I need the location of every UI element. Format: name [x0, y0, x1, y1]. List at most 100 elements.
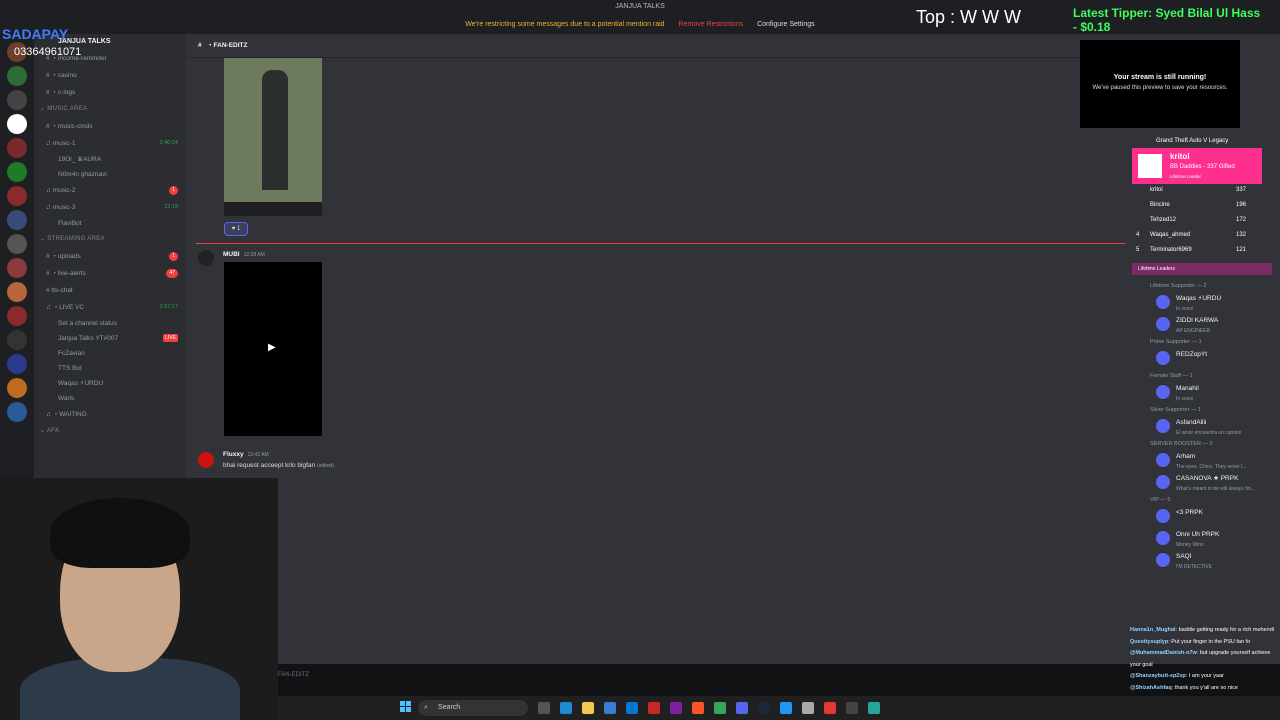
member-item[interactable]: ZIDDI KARWA AP ENGINEER: [1150, 314, 1280, 336]
channel-item[interactable]: ♫ ・LIVE VC 2:57:17: [34, 299, 186, 316]
taskbar-search-label: Search: [438, 704, 461, 711]
channel-category[interactable]: ⌄ MUSIC AREA: [34, 101, 186, 118]
channel-item[interactable]: ♫ ・WAITING: [34, 406, 186, 423]
chat-user: @MuhammadDanish-n7w: [1130, 650, 1197, 656]
member-group-header: Prime Supporter — 1: [1150, 339, 1202, 345]
message-author[interactable]: MUBI 12:28 AM: [223, 251, 265, 258]
server-icon[interactable]: [7, 210, 27, 230]
unread-badge: 47: [166, 269, 178, 278]
game-label: Grand Theft Auto V Legacy: [1156, 138, 1229, 144]
server-icon[interactable]: [7, 354, 27, 374]
server-icon[interactable]: [7, 66, 27, 86]
app-icon[interactable]: [824, 702, 836, 714]
server-icon[interactable]: [7, 402, 27, 422]
member-item[interactable]: Onni Uh PRPK Money Wins: [1150, 528, 1280, 550]
configure-settings-button[interactable]: Configure Settings: [757, 21, 815, 28]
member-item[interactable]: CASANOVA ★ PRPK What's meant to be will a…: [1150, 472, 1280, 494]
store-icon[interactable]: [604, 702, 616, 714]
server-icon[interactable]: [7, 282, 27, 302]
voice-user[interactable]: TTS Bot: [34, 361, 186, 376]
channel-item[interactable]: # ・uploads 1: [34, 248, 186, 265]
channel-item[interactable]: # ・live-alerts 47: [34, 265, 186, 282]
channel-item[interactable]: ♫ music-3 13:18: [34, 199, 186, 216]
member-item[interactable]: REDZopYt: [1150, 348, 1280, 370]
video-attachment[interactable]: [224, 58, 322, 202]
message-composer[interactable]: FAN-EDITZ: [278, 672, 309, 678]
brave-icon[interactable]: [692, 702, 704, 714]
member-item[interactable]: Arham The eyes, Chico. They never l...: [1150, 450, 1280, 472]
chat-user: @Shanzaybutt-sp2sp: [1130, 673, 1186, 679]
channel-item[interactable]: # tts-chat: [34, 282, 186, 299]
steam-icon[interactable]: [758, 702, 770, 714]
server-icon[interactable]: [7, 186, 27, 206]
member-item[interactable]: Waqas ⚡URDU In voice: [1150, 292, 1280, 314]
voice-user[interactable]: Waqas ⚡URDU: [34, 376, 186, 391]
app-icon[interactable]: [780, 702, 792, 714]
video-attachment[interactable]: ▶: [224, 262, 322, 436]
voice-user[interactable]: N0m4n ghaznavi: [34, 167, 186, 182]
play-icon[interactable]: ▶: [268, 342, 276, 353]
phone-number: 03364961071: [14, 46, 82, 58]
app-icon[interactable]: [802, 702, 814, 714]
server-icon[interactable]: [7, 90, 27, 110]
explorer-icon[interactable]: [582, 702, 594, 714]
taskview-icon[interactable]: [538, 702, 550, 714]
voice-user[interactable]: FcZavian: [34, 346, 186, 361]
channel-category[interactable]: ⌄ AFK: [34, 423, 186, 440]
server-icon[interactable]: [7, 138, 27, 158]
channel-item[interactable]: # ・music-cmds: [34, 118, 186, 135]
channel-category[interactable]: ⌄ STREAMING AREA: [34, 231, 186, 248]
leaderboard-name: Tehzed12: [1150, 217, 1177, 223]
server-icon[interactable]: [7, 234, 27, 254]
member-item[interactable]: Manahil In voice: [1150, 382, 1280, 404]
discord-icon[interactable]: [736, 702, 748, 714]
member-group-header: Silver Supporter — 1: [1150, 407, 1202, 413]
voice-user[interactable]: Waris: [34, 391, 186, 406]
avatar[interactable]: [198, 250, 214, 266]
unread-badge: 1: [169, 252, 178, 261]
channel-label: FlaviBot: [58, 220, 82, 227]
voice-user[interactable]: 19Ol_ ♛AURA: [34, 152, 186, 167]
leader-card: kritol BB Daddies - 337 Gifted Lifetime …: [1132, 148, 1262, 184]
edge-icon[interactable]: [560, 702, 572, 714]
channel-item[interactable]: # ・casino: [34, 67, 186, 84]
mail-icon[interactable]: [626, 702, 638, 714]
server-icon[interactable]: [7, 258, 27, 278]
app-icon[interactable]: [648, 702, 660, 714]
message-author[interactable]: Fluxxy 12:42 AM: [223, 451, 269, 458]
voice-duration: 2:57:17: [159, 304, 178, 310]
member-status: El amor encuentra un camino: [1176, 430, 1242, 436]
avatar[interactable]: [198, 452, 214, 468]
server-icon[interactable]: [7, 378, 27, 398]
chrome-icon[interactable]: [714, 702, 726, 714]
voice-user[interactable]: FlaviBot: [34, 216, 186, 231]
member-name: Manahil: [1176, 385, 1199, 392]
avatar: [1156, 351, 1170, 365]
channel-item[interactable]: ♫ music-2 1: [34, 182, 186, 199]
video-controls[interactable]: [224, 202, 322, 216]
leaderboard-value: 337: [1235, 187, 1246, 193]
voice-user[interactable]: Janjua Talks YT#007 LIVE: [34, 331, 186, 346]
member-item[interactable]: AsfandAliii El amor encuentra un camino: [1150, 416, 1280, 438]
member-item[interactable]: SAQI I'M DETECTIVE: [1150, 550, 1280, 572]
channel-list: # ・income-reminder # ・casino # ・c-logs ⌄ MU…: [34, 50, 186, 440]
taskbar-search[interactable]: ⌕ Search: [418, 700, 528, 716]
member-group-header: Lifetime Supporter — 2: [1150, 283, 1207, 289]
remove-restrictions-button[interactable]: Remove Restrictions: [679, 21, 744, 28]
app-icon[interactable]: [670, 702, 682, 714]
channel-label: FcZavian: [58, 350, 85, 357]
app-icon[interactable]: [868, 702, 880, 714]
leaderboard-value: 121: [1235, 247, 1246, 253]
server-icon[interactable]: [7, 114, 27, 134]
channel-item[interactable]: ♫ music-1 2:40:24: [34, 135, 186, 152]
voice-user[interactable]: Set a channel status: [34, 316, 186, 331]
server-icon[interactable]: [7, 306, 27, 326]
server-icon[interactable]: [7, 162, 27, 182]
windows-start-icon[interactable]: [400, 701, 412, 713]
channel-item[interactable]: # ・c-logs: [34, 84, 186, 101]
leaderboard-row: Tehzed12 172: [1136, 217, 1260, 231]
member-item[interactable]: <3 PRPK: [1150, 506, 1280, 528]
obs-icon[interactable]: [846, 702, 858, 714]
server-icon[interactable]: [7, 330, 27, 350]
heart-reaction[interactable]: ♥ 1: [224, 222, 248, 236]
